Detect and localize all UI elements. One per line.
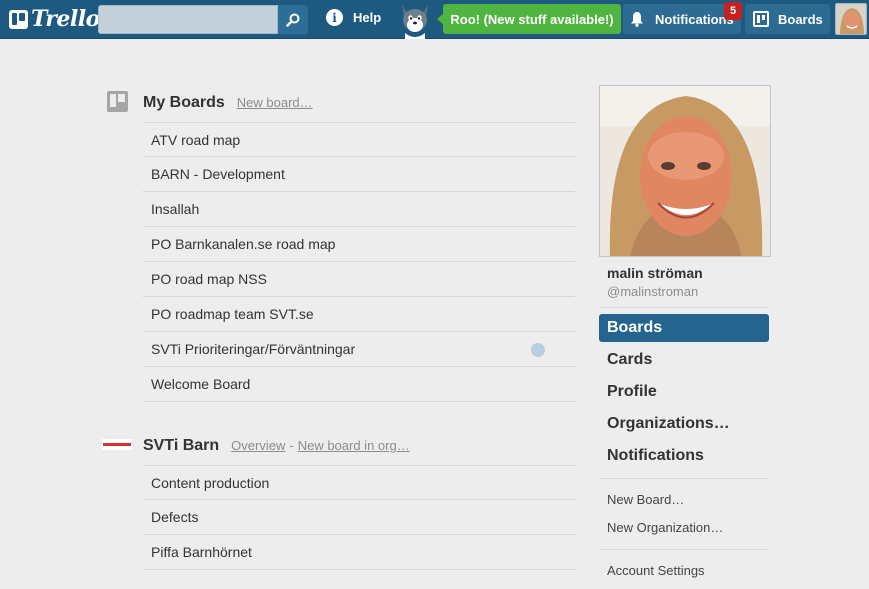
- board-item[interactable]: Piffa Barnhörnet: [143, 535, 575, 570]
- taco-husky-mascot-icon[interactable]: [396, 1, 434, 39]
- my-boards-header: My Boards New board…: [143, 94, 313, 112]
- org-boards-list: Content production Defects Piffa Barnhör…: [143, 465, 575, 570]
- board-item-label: ATV road map: [151, 131, 241, 148]
- my-boards-icon: [107, 91, 128, 112]
- search-input[interactable]: [98, 5, 278, 34]
- account-settings-link[interactable]: Account Settings: [607, 563, 705, 578]
- bell-icon: [631, 12, 643, 27]
- logo-text: Trello: [31, 6, 100, 32]
- org-boards-header: SVTi Barn Overview - New board in org…: [143, 437, 410, 455]
- trello-logo[interactable]: Trello: [9, 6, 100, 32]
- notifications-count-badge: 5: [724, 2, 742, 20]
- trello-logo-icon: [9, 9, 28, 29]
- avatar-photo: [836, 4, 866, 34]
- roo-message: Roo! (New stuff available!): [450, 11, 614, 27]
- member-avatar[interactable]: [835, 3, 867, 35]
- org-overview-link[interactable]: Overview: [231, 438, 285, 453]
- board-item[interactable]: Content production: [143, 465, 575, 500]
- profile-photo[interactable]: [599, 85, 771, 257]
- sidebar-item-boards[interactable]: Boards: [599, 314, 769, 342]
- sidebar-item-notifications[interactable]: Notifications: [599, 442, 769, 470]
- board-item-label: Defects: [151, 509, 199, 525]
- board-item-label: Content production: [151, 474, 270, 491]
- board-item-label: Piffa Barnhörnet: [151, 544, 252, 560]
- my-boards-title: My Boards: [143, 94, 225, 111]
- help-label: Help: [353, 10, 382, 25]
- boards-icon: [753, 11, 769, 27]
- board-item[interactable]: BARN - Development: [143, 157, 575, 192]
- board-item-label: Welcome Board: [151, 376, 251, 392]
- profile-photo-image: [600, 86, 770, 256]
- my-boards-list: ATV road map BARN - Development Insallah…: [143, 122, 575, 402]
- search-icon: [286, 13, 300, 27]
- unread-activity-dot: [531, 343, 545, 357]
- boards-label: Boards: [778, 11, 823, 27]
- new-board-in-org-link[interactable]: New board in org…: [298, 438, 410, 453]
- org-title: SVTi Barn: [143, 437, 220, 454]
- board-item-label: PO road map NSS: [151, 271, 267, 287]
- new-board-sidebar-link[interactable]: New Board…: [607, 492, 684, 507]
- profile-name: malin ströman: [607, 265, 703, 281]
- sidebar-item-organizations[interactable]: Organizations…: [599, 410, 769, 438]
- new-board-link[interactable]: New board…: [237, 95, 313, 110]
- search-button[interactable]: [278, 5, 308, 34]
- board-item[interactable]: Insallah: [143, 192, 575, 227]
- board-item[interactable]: ATV road map: [143, 122, 575, 157]
- board-item[interactable]: PO road map NSS: [143, 262, 575, 297]
- boards-button[interactable]: Boards: [745, 4, 830, 34]
- board-item[interactable]: Defects: [143, 500, 575, 535]
- board-item[interactable]: SVTi Prioriteringar/Förväntningar: [143, 332, 575, 367]
- board-item[interactable]: Welcome Board: [143, 367, 575, 402]
- profile-username: @malinstroman: [607, 284, 699, 299]
- roo-new-stuff-button[interactable]: Roo! (New stuff available!): [437, 4, 621, 34]
- board-item-label: SVTi Prioriteringar/Förväntningar: [151, 341, 356, 357]
- board-item-label: BARN - Development: [151, 166, 285, 182]
- board-item-label: Insallah: [151, 201, 200, 217]
- sidebar-item-cards[interactable]: Cards: [599, 346, 769, 374]
- notifications-label: Notifications: [655, 11, 734, 27]
- sidebar-item-profile[interactable]: Profile: [599, 378, 769, 406]
- top-header: Trello i Help Roo! (New stuff available!…: [0, 0, 869, 39]
- board-item[interactable]: PO Barnkanalen.se road map: [143, 227, 575, 262]
- help-button[interactable]: i Help: [326, 9, 381, 26]
- new-organization-link[interactable]: New Organization…: [607, 520, 723, 535]
- sidebar-divider: [599, 549, 769, 550]
- organization-logo: [102, 439, 132, 450]
- board-item[interactable]: PO roadmap team SVT.se: [143, 297, 575, 332]
- link-separator: -: [289, 438, 294, 453]
- board-item-label: PO Barnkanalen.se road map: [151, 236, 336, 252]
- sidebar-divider: [599, 307, 769, 308]
- info-icon: i: [326, 9, 343, 26]
- sidebar-divider: [599, 478, 769, 479]
- board-item-label: PO roadmap team SVT.se: [151, 306, 314, 322]
